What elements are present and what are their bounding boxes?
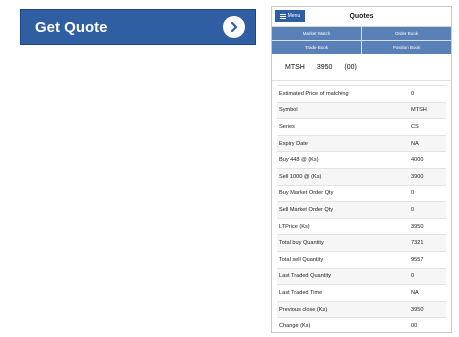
nav-grid: Market Watch Order Book Trade Book Posit…	[272, 27, 451, 54]
table-row: Sell Market Order Qty 0	[277, 202, 446, 219]
row-label: Series	[279, 123, 295, 130]
menu-label: Menu	[287, 13, 301, 19]
row-value: 4000	[411, 157, 424, 164]
row-label: Symbol	[279, 107, 298, 114]
tab-position-book[interactable]: Position Book	[362, 41, 451, 54]
get-quote-button[interactable]: Get Quote	[20, 9, 256, 45]
hamburger-icon	[279, 13, 286, 19]
row-label: Buy Market Order Qty	[279, 190, 334, 197]
summary-change: (00)	[344, 63, 357, 71]
table-row: Previous close (Ks) 3950	[277, 301, 446, 319]
table-row: Buy Market Order Qty 0	[277, 186, 446, 203]
table-row: Last Traded Time NA	[277, 285, 446, 302]
summary-price: 3950	[316, 63, 333, 71]
quotes-screen: Menu Quotes Market Watch Order Book Trad…	[271, 6, 452, 333]
row-value: 7321	[411, 240, 424, 247]
row-label: Change (Ks)	[279, 323, 311, 330]
row-label: Total sell Quantity	[279, 256, 324, 263]
row-label: Buy 448 @ (Ks)	[279, 157, 319, 164]
chevron-right-icon	[223, 16, 245, 38]
table-row: Total buy Quantity 7321	[277, 235, 446, 252]
row-label: LTPrice (Ks)	[279, 223, 310, 230]
quote-details-table: Estimated Price of matching 0 Symbol MTSH Se…	[277, 85, 446, 332]
row-value: NA	[411, 289, 419, 296]
row-value: MTSH	[411, 107, 427, 114]
row-label: Last Traded Time	[279, 289, 323, 296]
row-value: 3950	[411, 306, 424, 313]
table-row: LTPrice (Ks) 3950	[277, 219, 446, 236]
quote-summary: MTSH 3950 (00)	[272, 54, 451, 81]
row-label: Total buy Quantity	[279, 240, 324, 247]
row-value: 0	[411, 206, 415, 213]
row-value: CS	[411, 123, 419, 130]
row-value: 0	[411, 273, 415, 280]
table-row: Expiry Date NA	[277, 135, 446, 153]
row-value: 3950	[411, 223, 424, 230]
summary-symbol: MTSH	[285, 63, 305, 71]
table-row: Symbol MTSH	[277, 102, 446, 120]
row-value: NA	[411, 140, 419, 147]
table-row: Series CS	[277, 119, 446, 136]
table-row: Last Traded Quantity 0	[277, 268, 446, 286]
get-quote-label: Get Quote	[35, 18, 108, 36]
row-label: Previous close (Ks)	[279, 306, 328, 313]
row-value: 0	[411, 90, 415, 97]
table-row: Sell 1000 @ (Ks) 3900	[277, 168, 446, 186]
row-label: Sell 1000 @ (Ks)	[279, 173, 322, 180]
menu-button[interactable]: Menu	[275, 10, 305, 22]
tab-trade-book[interactable]: Trade Book	[272, 41, 361, 54]
row-label: Sell Market Order Qty	[279, 206, 334, 213]
table-row: Change (Ks) 00	[277, 318, 446, 332]
row-label: Last Traded Quantity	[279, 273, 331, 280]
table-row: Buy 448 @ (Ks) 4000	[277, 152, 446, 169]
top-bar: Menu Quotes	[272, 7, 451, 27]
row-label: Estimated Price of matching	[279, 90, 349, 97]
table-row: Estimated Price of matching 0	[277, 86, 446, 103]
row-value: 3900	[411, 173, 424, 180]
tab-order-book[interactable]: Order Book	[362, 27, 451, 40]
table-row: Total sell Quantity 9557	[277, 252, 446, 269]
tab-market-watch[interactable]: Market Watch	[272, 27, 361, 40]
row-value: 0	[411, 190, 415, 197]
row-label: Expiry Date	[279, 140, 308, 147]
row-value: 9557	[411, 256, 424, 263]
row-value: 00	[411, 323, 418, 330]
